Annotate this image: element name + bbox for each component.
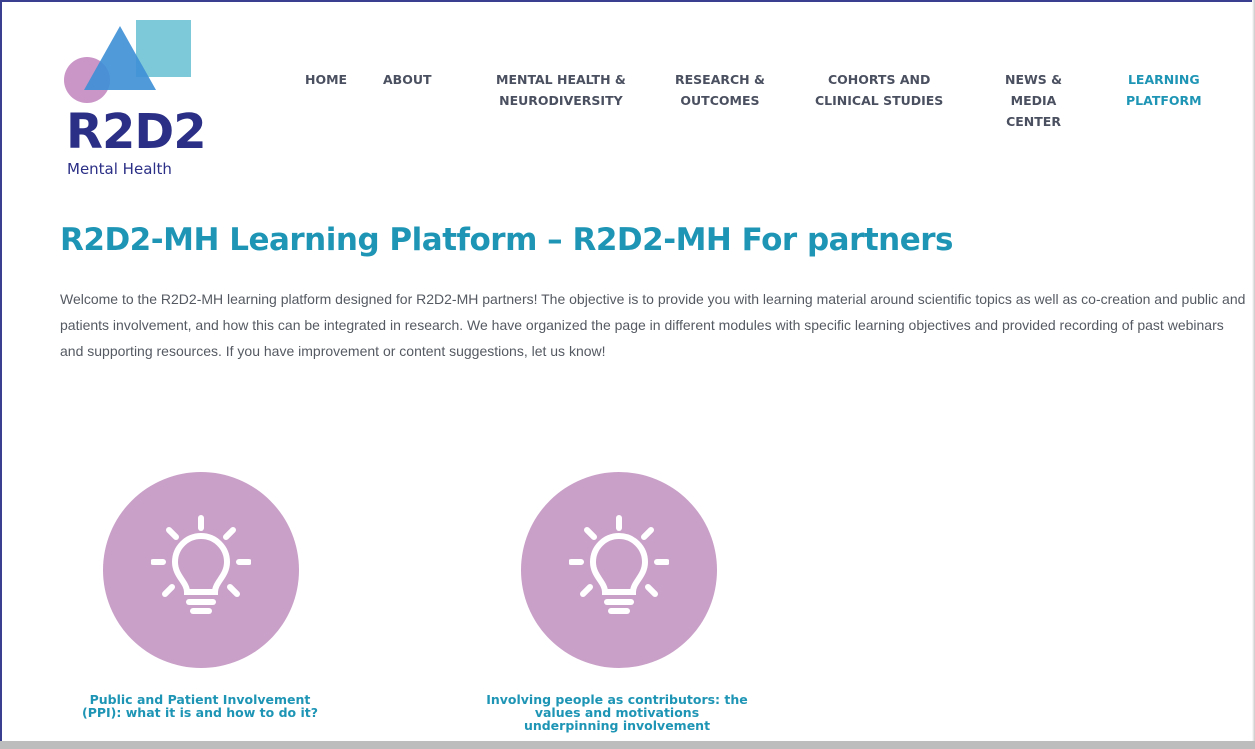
module-caption[interactable]: Public and Patient Involvement (PPI): wh… xyxy=(50,693,350,719)
logo-subtitle: Mental Health xyxy=(67,160,172,178)
lightbulb-icon xyxy=(151,515,251,614)
nav-item-learning-platform[interactable]: LEARNING PLATFORM xyxy=(1126,69,1202,111)
nav-item-cohorts[interactable]: COHORTS AND CLINICAL STUDIES xyxy=(815,69,943,111)
site-logo[interactable]: R2D2 Mental Health xyxy=(60,20,210,180)
nav-item-mental-health[interactable]: MENTAL HEALTH & NEURODIVERSITY xyxy=(496,69,626,111)
module-icon-circle xyxy=(521,472,717,668)
nav-item-research[interactable]: RESEARCH & OUTCOMES xyxy=(675,69,765,111)
lightbulb-icon xyxy=(569,515,669,614)
logo-triangle-shape xyxy=(84,26,156,90)
intro-paragraph: Welcome to the R2D2-MH learning platform… xyxy=(60,291,1246,359)
nav-item-news[interactable]: NEWS & MEDIA CENTER xyxy=(1005,69,1062,132)
logo-wordmark: R2D2 xyxy=(66,104,207,160)
page-title: R2D2-MH Learning Platform – R2D2-MH For … xyxy=(60,222,954,258)
nav-item-home[interactable]: HOME xyxy=(305,69,347,90)
module-icon-circle xyxy=(103,472,299,668)
nav-item-about[interactable]: ABOUT xyxy=(383,69,432,90)
module-caption[interactable]: Involving people as contributors: the va… xyxy=(467,693,767,732)
horizontal-scrollbar[interactable] xyxy=(0,741,1255,749)
